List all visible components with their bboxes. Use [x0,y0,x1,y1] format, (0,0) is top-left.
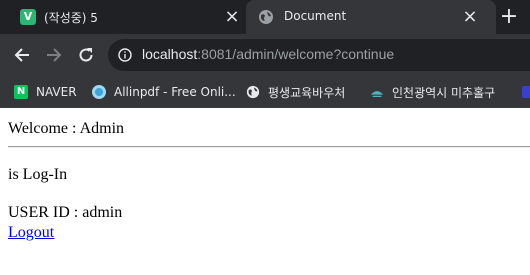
bookmark-label: Allinpdf - Free Onli... [114,85,236,99]
arrow-right-icon [47,48,62,62]
tab-document[interactable]: Document × [246,0,496,34]
new-tab-button[interactable]: + [498,6,520,28]
close-icon[interactable]: × [222,7,242,27]
globe-icon [259,10,273,24]
forward-button[interactable] [44,45,64,65]
v-letter-icon: V [20,9,36,25]
browser-toolbar: localhost:8081/admin/welcome?continue [0,34,530,76]
allinpdf-icon [92,85,106,99]
bookmark-label: NAVER [36,85,77,99]
welcome-heading: Welcome : Admin [8,120,125,137]
bookmark-allinpdf[interactable]: Allinpdf - Free Onli... [92,82,236,102]
bookmark-naver[interactable]: N NAVER [14,82,77,102]
url-path: :8081/admin/welcome?continue [197,46,395,62]
globe-icon [246,85,260,99]
page-content: Welcome : Admin is Log-In USER ID : admi… [0,108,530,275]
reload-button[interactable] [76,45,96,65]
arrow-left-icon [14,48,29,62]
reload-icon [79,48,93,62]
url-text[interactable]: localhost:8081/admin/welcome?continue [142,46,394,62]
bookmark-voucher[interactable]: 평생교육바우처 [246,82,345,102]
tab-title: (작성중) 5 [44,11,98,25]
bookmarks-bar: N NAVER Allinpdf - Free Onli... 평생교육바우처 … [0,76,530,108]
naver-icon: N [14,85,28,99]
incheon-icon [370,91,384,98]
info-icon[interactable] [118,48,132,62]
user-id-text: USER ID : admin [8,204,123,221]
login-status: is Log-In [8,166,68,183]
address-bar[interactable]: localhost:8081/admin/welcome?continue [108,39,530,71]
close-icon[interactable]: × [460,7,480,27]
tab-writing[interactable]: V (작성중) 5 × [0,0,246,34]
url-host: localhost [142,46,198,62]
tab-title: Document [284,9,347,23]
logout-link[interactable]: Logout [8,224,54,242]
divider [8,146,530,148]
bookmark-michuhol[interactable]: 인천광역시 미추홀구 [370,82,495,102]
tab-strip: V (작성중) 5 × Document × + [0,0,530,34]
bookmark-icon[interactable] [522,86,530,98]
bookmark-label: 인천광역시 미추홀구 [392,85,496,100]
back-button[interactable] [12,45,32,65]
bookmark-label: 평생교육바우처 [268,85,346,100]
